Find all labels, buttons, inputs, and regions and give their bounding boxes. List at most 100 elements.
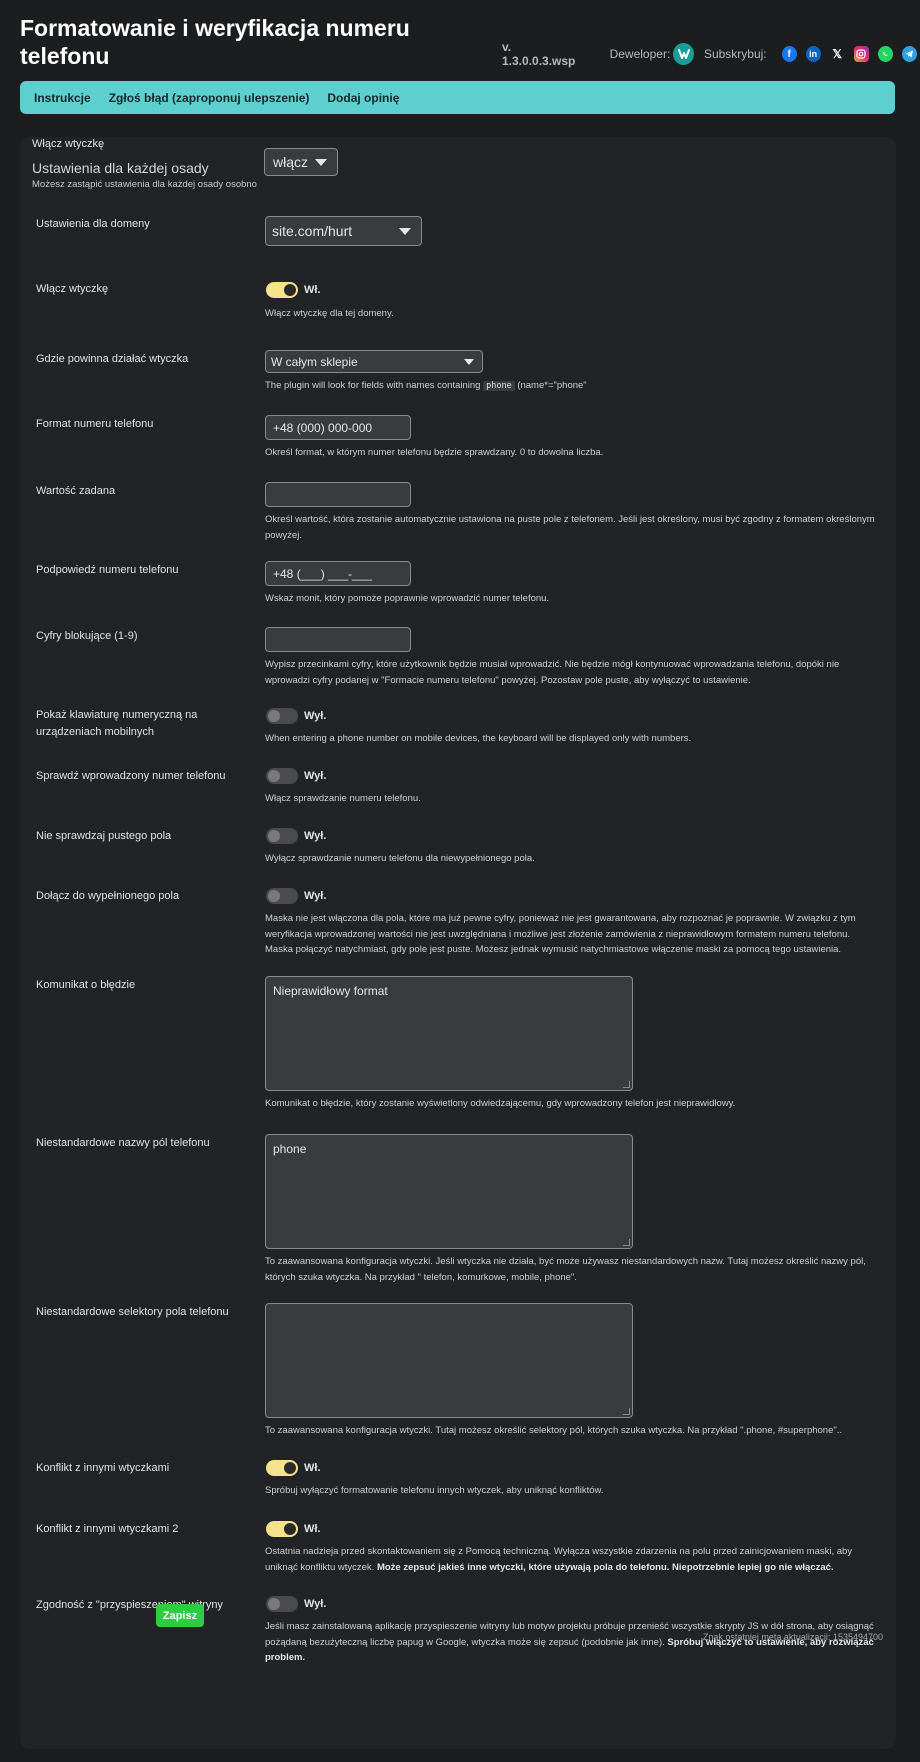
where-desc-text: The plugin will look for fields with nam… bbox=[265, 380, 481, 391]
subscribe-label: Subskrybuj: bbox=[703, 47, 767, 61]
toggle-switch[interactable] bbox=[266, 888, 298, 904]
domain-value: site.com/hurt bbox=[272, 223, 353, 239]
hint-label: Podpowiedź numeru telefonu bbox=[36, 564, 179, 576]
chevron-down-icon bbox=[315, 158, 327, 166]
meta-update-note: Znak ostatniej meta aktualizacji: 153549… bbox=[702, 1632, 883, 1642]
developer-logo-icon[interactable] bbox=[673, 43, 694, 65]
enable-desc: Włącz wtyczkę dla tej domeny. bbox=[265, 308, 394, 319]
conflict2-label: Konflikt z innymi wtyczkami 2 bbox=[36, 1523, 179, 1535]
format-input[interactable]: +48 (000) 000-000 bbox=[265, 415, 411, 440]
where-label: Gdzie powinna działać wtyczka bbox=[36, 353, 189, 365]
domain-label: Ustawienia dla domeny bbox=[36, 218, 150, 230]
check-label: Sprawdź wprowadzony numer telefonu bbox=[36, 770, 226, 782]
accel-toggle[interactable]: Wył. bbox=[266, 1596, 326, 1612]
check-desc: Włącz sprawdzanie numeru telefonu. bbox=[265, 793, 421, 804]
attach-toggle[interactable]: Wył. bbox=[266, 888, 326, 904]
whatsapp-icon[interactable] bbox=[877, 46, 893, 62]
where-select[interactable]: W całym sklepie bbox=[265, 350, 483, 373]
global-enable-value: włącz bbox=[273, 154, 309, 170]
default-value-label: Wartość zadana bbox=[36, 485, 116, 497]
enable-label: Włącz wtyczkę bbox=[36, 283, 109, 295]
custom-selectors-desc: To zaawansowana konfiguracja wtyczki. Tu… bbox=[265, 1425, 843, 1436]
toggle-state: Wł. bbox=[304, 1462, 321, 1474]
blocking-desc: Wypisz przecinkami cyfry, które użytkown… bbox=[265, 659, 840, 686]
section-title: Ustawienia dla każdej osady bbox=[32, 160, 209, 176]
domain-select[interactable]: site.com/hurt bbox=[265, 216, 422, 246]
section-subtitle: Możesz zastąpić ustawienia dla każdej os… bbox=[32, 179, 257, 190]
error-msg-value: Nieprawidłowy format bbox=[273, 984, 388, 998]
blocking-input[interactable] bbox=[265, 627, 411, 652]
default-value-input[interactable] bbox=[265, 482, 411, 507]
hint-input[interactable]: +48 (___) ___-___ bbox=[265, 561, 411, 586]
where-desc-code: phone bbox=[483, 381, 515, 391]
toggle-state: Wył. bbox=[304, 890, 327, 902]
chevron-down-icon bbox=[399, 227, 411, 235]
toggle-switch[interactable] bbox=[266, 282, 298, 298]
page-title: Formatowanie i weryfikacja numeru telefo… bbox=[20, 15, 410, 69]
toggle-switch[interactable] bbox=[266, 1596, 298, 1612]
blocking-label: Cyfry blokujące (1-9) bbox=[36, 630, 138, 642]
version-label: v. 1.3.0.0.3.wsp bbox=[502, 40, 576, 68]
custom-names-desc: To zaawansowana konfiguracja wtyczki. Je… bbox=[265, 1256, 866, 1283]
no-empty-toggle[interactable]: Wył. bbox=[266, 828, 326, 844]
page-header: Formatowanie i weryfikacja numeru telefo… bbox=[20, 14, 917, 74]
error-msg-label: Komunikat o błędzie bbox=[36, 979, 136, 991]
toggle-switch[interactable] bbox=[266, 768, 298, 784]
save-button[interactable]: Zapisz bbox=[156, 1604, 204, 1627]
toggle-state: Wł. bbox=[304, 284, 321, 296]
enable-toggle[interactable]: Wł. bbox=[266, 282, 321, 298]
x-icon[interactable]: 𝕏 bbox=[830, 46, 845, 62]
attach-label: Dołącz do wypełnionego pola bbox=[36, 890, 180, 902]
custom-names-textarea[interactable]: phone bbox=[265, 1134, 633, 1249]
conflict2-toggle[interactable]: Wł. bbox=[266, 1521, 321, 1537]
custom-selectors-textarea[interactable] bbox=[265, 1303, 633, 1418]
toggle-switch[interactable] bbox=[266, 708, 298, 724]
check-toggle[interactable]: Wył. bbox=[266, 768, 326, 784]
conflict2-desc-warning: Może zepsuć jakieś inne wtyczki, które u… bbox=[376, 1561, 834, 1573]
custom-names-value: phone bbox=[273, 1142, 307, 1156]
global-enable-label-text: Włącz wtyczkę bbox=[32, 138, 105, 150]
toggle-state: Wył. bbox=[304, 770, 327, 782]
format-label: Format numeru telefonu bbox=[36, 418, 154, 430]
numpad-label: Pokaż klawiaturę numeryczną na urządzeni… bbox=[36, 709, 198, 738]
telegram-icon[interactable] bbox=[901, 46, 917, 62]
conflict-label: Konflikt z innymi wtyczkami bbox=[36, 1462, 170, 1474]
nav-instructions-link[interactable]: Instrukcje bbox=[34, 91, 91, 105]
nav-report-bug-link[interactable]: Zgłoś błąd (zaproponuj ulepszenie) bbox=[109, 91, 310, 105]
no-empty-label: Nie sprawdzaj pustego pola bbox=[36, 830, 172, 842]
settings-panel: Włącz wtyczkę włącz Ustawienia dla każde… bbox=[20, 137, 896, 1749]
conflict-desc: Spróbuj wyłączyć formatowanie telefonu i… bbox=[265, 1485, 604, 1496]
custom-selectors-label: Niestandardowe selektory pola telefonu bbox=[36, 1306, 229, 1318]
resize-handle-icon[interactable] bbox=[623, 1408, 630, 1415]
accel-desc: Jeśli masz zainstalowaną aplikację przys… bbox=[265, 1619, 880, 1666]
conflict2-desc: Ostatnia nadzieja przed skontaktowaniem … bbox=[265, 1544, 880, 1575]
hint-desc: Wskaż monit, który pomoże poprawnie wpro… bbox=[265, 593, 550, 604]
toggle-switch[interactable] bbox=[266, 1460, 298, 1476]
where-value: W całym sklepie bbox=[271, 354, 358, 369]
toggle-switch[interactable] bbox=[266, 1521, 298, 1537]
resize-handle-icon[interactable] bbox=[623, 1081, 630, 1088]
custom-names-label: Niestandardowe nazwy pól telefonu bbox=[36, 1137, 210, 1149]
developer-label: Deweloper: bbox=[609, 47, 671, 61]
numpad-toggle[interactable]: Wył. bbox=[266, 708, 326, 724]
toggle-state: Wył. bbox=[304, 710, 327, 722]
header-meta: v. 1.3.0.0.3.wsp Deweloper: Subskrybuj: … bbox=[502, 40, 917, 68]
error-msg-textarea[interactable]: Nieprawidłowy format bbox=[265, 976, 633, 1091]
attach-desc: Maska nie jest włączona dla pola, które … bbox=[265, 913, 856, 955]
no-empty-desc: Wyłącz sprawdzanie numeru telefonu dla n… bbox=[265, 853, 535, 864]
format-desc: Określ format, w którym numer telefonu b… bbox=[265, 447, 604, 458]
where-desc: The plugin will look for fields with nam… bbox=[265, 378, 880, 395]
numpad-desc: When entering a phone number on mobile d… bbox=[265, 733, 692, 744]
toggle-switch[interactable] bbox=[266, 828, 298, 844]
global-enable-select[interactable]: włącz bbox=[264, 148, 338, 176]
instagram-icon[interactable] bbox=[853, 46, 869, 62]
facebook-icon[interactable]: f bbox=[781, 46, 797, 62]
top-navigation: Instrukcje Zgłoś błąd (zaproponuj ulepsz… bbox=[20, 81, 895, 114]
error-msg-desc: Komunikat o błędzie, który zostanie wyśw… bbox=[265, 1098, 736, 1109]
conflict-toggle[interactable]: Wł. bbox=[266, 1460, 321, 1476]
resize-handle-icon[interactable] bbox=[623, 1239, 630, 1246]
nav-add-review-link[interactable]: Dodaj opinię bbox=[327, 91, 399, 105]
toggle-state: Wył. bbox=[304, 830, 327, 842]
linkedin-icon[interactable]: in bbox=[805, 46, 821, 62]
toggle-state: Wył. bbox=[304, 1598, 327, 1610]
